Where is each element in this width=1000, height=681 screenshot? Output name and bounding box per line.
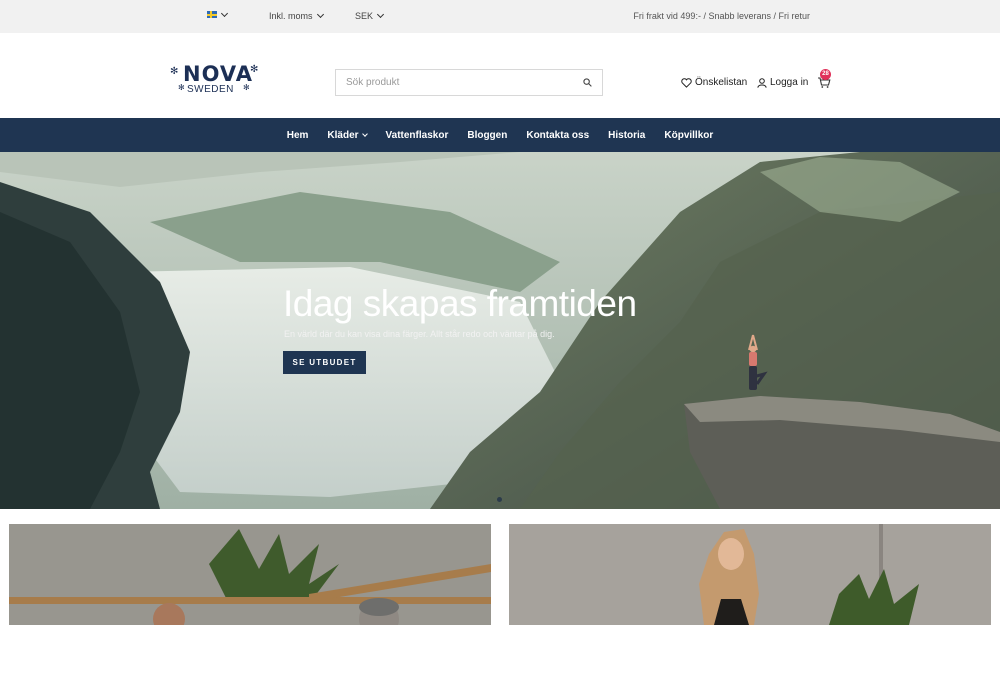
nav-item-label: Köpvillkor xyxy=(664,129,714,141)
hero-title: Idag skapas framtiden xyxy=(283,283,637,324)
snowflake-icon: ✻ xyxy=(243,83,250,92)
hero-subtitle: En värld där du kan visa dina färger. Al… xyxy=(284,329,555,339)
currency-selector[interactable]: SEK xyxy=(355,10,385,21)
login-link[interactable]: Logga in xyxy=(757,77,808,88)
nav-item-label: Vattenflaskor xyxy=(385,129,449,141)
chevron-down-icon xyxy=(316,10,324,19)
search-icon[interactable] xyxy=(583,78,592,87)
user-icon xyxy=(757,77,767,88)
snowflake-icon: ✻ xyxy=(250,64,259,75)
nav-item-klader[interactable]: Kläder xyxy=(327,129,368,141)
currency-selector-label: SEK xyxy=(355,11,374,21)
search-input[interactable] xyxy=(336,70,566,95)
snowflake-icon: ✻ xyxy=(178,83,185,92)
top-utility-bar: Inkl. moms SEK Fri frakt vid 499:- / Sna… xyxy=(0,0,1000,33)
nav-item-kontakta-oss[interactable]: Kontakta oss xyxy=(526,130,589,141)
chevron-down-icon xyxy=(361,130,368,137)
search-box xyxy=(335,69,603,96)
nav-item-label: Kontakta oss xyxy=(526,129,590,141)
promo-tile-right[interactable] xyxy=(509,524,991,625)
promo-tile-left[interactable] xyxy=(9,524,491,625)
nav-item-hem[interactable]: Hem xyxy=(287,130,309,141)
language-selector[interactable] xyxy=(207,9,229,18)
nav-item-bloggen[interactable]: Bloggen xyxy=(467,130,507,141)
nav-item-vattenflaskor[interactable]: Vattenflaskor xyxy=(386,130,449,141)
logo-subtext: SWEDEN xyxy=(187,84,234,95)
nav-item-historia[interactable]: Historia xyxy=(608,130,645,141)
sweden-flag-icon xyxy=(207,11,217,18)
promo-photo-left xyxy=(9,524,491,625)
cart-count-badge: 28 xyxy=(820,69,831,80)
heart-icon xyxy=(681,77,692,88)
vat-selector-label: Inkl. moms xyxy=(269,11,313,21)
site-logo[interactable]: ✻ NOVA ✻ ✻ SWEDEN ✻ xyxy=(170,62,262,100)
main-navigation: Hem Kläder Vattenflaskor Bloggen Kontakt… xyxy=(0,118,1000,152)
shop-now-button[interactable]: SE UTBUDET xyxy=(283,351,366,374)
nav-item-kopvillkor[interactable]: Köpvillkor xyxy=(664,130,713,141)
hero-banner: Idag skapas framtiden En värld där du ka… xyxy=(0,152,1000,509)
chevron-down-icon xyxy=(376,10,385,19)
nav-item-label: Historia xyxy=(608,129,646,141)
login-label: Logga in xyxy=(770,77,809,88)
chevron-down-icon xyxy=(220,9,229,17)
wishlist-link[interactable]: Önskelistan xyxy=(681,77,747,88)
nav-item-label: Bloggen xyxy=(467,129,508,141)
nav-item-label: Hem xyxy=(286,129,309,141)
nav-item-label: Kläder xyxy=(327,129,359,141)
site-header: ✻ NOVA ✻ ✻ SWEDEN ✻ Önskelistan Logga in… xyxy=(0,33,1000,118)
promo-photo-right xyxy=(509,524,991,625)
vat-selector[interactable]: Inkl. moms xyxy=(269,10,324,21)
shipping-promo-text: Fri frakt vid 499:- / Snabb leverans / F… xyxy=(633,11,810,21)
snowflake-icon: ✻ xyxy=(170,66,179,77)
wishlist-label: Önskelistan xyxy=(695,77,748,88)
slider-dot[interactable] xyxy=(497,497,502,502)
